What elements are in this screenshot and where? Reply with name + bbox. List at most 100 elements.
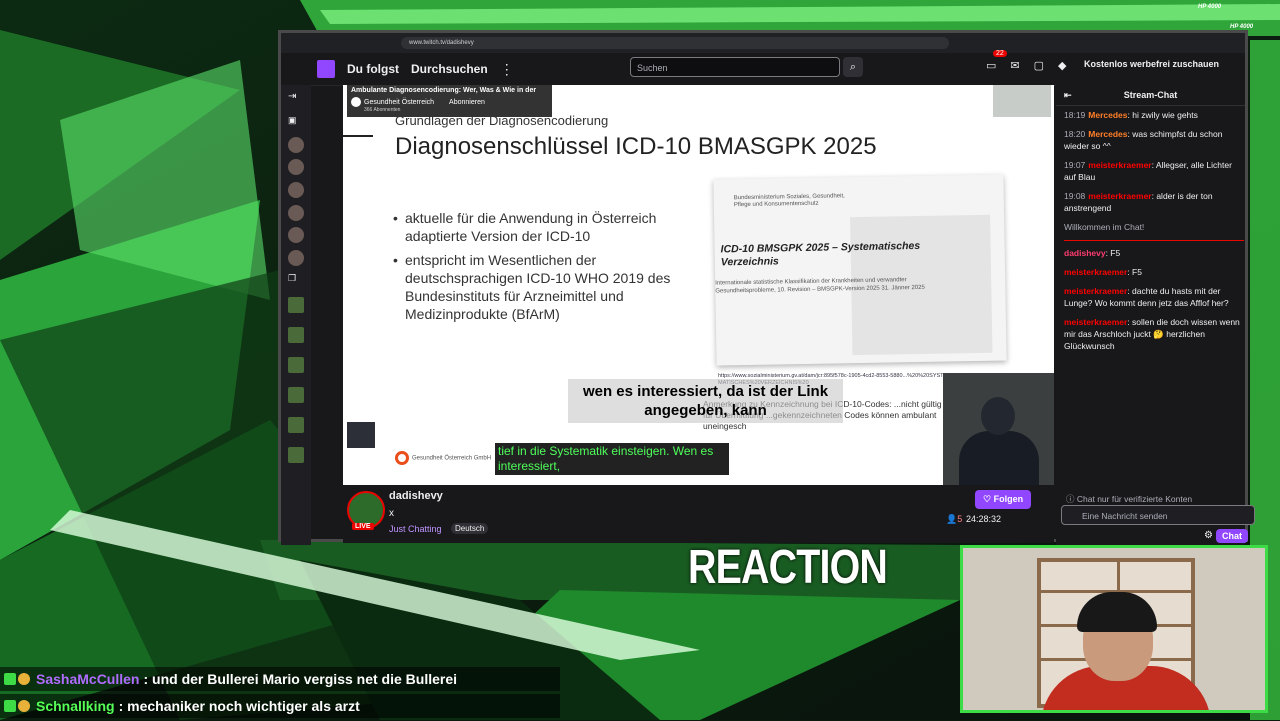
overlay-chat-message: SashaMcCullen: und der Bullerei Mario ve…: [0, 667, 560, 691]
adfree-button[interactable]: Kostenlos werbefrei zuschauen: [1084, 59, 1219, 69]
chat-username: meisterkraemer: [1088, 160, 1152, 170]
chat-username: meisterkraemer: [1064, 317, 1128, 327]
search-input[interactable]: Suchen: [630, 57, 840, 77]
sidebar-game-thumb[interactable]: [288, 387, 304, 403]
sidebar-channel-avatar[interactable]: [288, 227, 304, 243]
slide-accent-line: [343, 135, 373, 137]
chat-header: ⇤ Stream-Chat: [1056, 85, 1245, 106]
sidebar-channel-avatar[interactable]: [288, 205, 304, 221]
browser-window: www.twitch.tv/dadishevy Du folgst Durchs…: [278, 30, 1255, 545]
more-menu-icon[interactable]: ⋮: [500, 61, 514, 78]
crown-icon[interactable]: ◆: [1058, 59, 1066, 72]
youtube-subscribe-button[interactable]: Abonnieren: [444, 97, 490, 107]
chat-messages: 18:19 Mercedes: hi zwily wie gehts 18:20 Me…: [1064, 109, 1244, 359]
chat-welcome: Willkommen im Chat!: [1064, 222, 1145, 232]
url-field[interactable]: www.twitch.tv/dadishevy: [401, 37, 949, 49]
chat-message: 18:20 Mercedes: was schimpfst du schon wi…: [1064, 129, 1223, 151]
overlay-chat: SashaMcCullen: und der Bullerei Mario ve…: [0, 667, 560, 721]
chat-message: meisterkraemer: sollen die doch wissen w…: [1064, 317, 1240, 351]
stream-chat-panel: ⇤ Stream-Chat 18:19 Mercedes: hi zwily wi…: [1056, 85, 1255, 545]
sidebar-channel-avatar[interactable]: [288, 137, 304, 153]
live-caption: tief in die Systematik einsteigen. Wen e…: [495, 443, 729, 475]
slide-bullets: aktuelle für die Anwendung in Österreich…: [393, 209, 713, 329]
search-icon[interactable]: ⌕: [843, 57, 863, 77]
overlay-chat-username: Schnallking: [36, 698, 115, 714]
nav-icons: ▭ ✉ ▢ ◆: [986, 59, 1067, 72]
sidebar-game-thumb[interactable]: [288, 357, 304, 373]
sidebar-game-thumb[interactable]: [288, 417, 304, 433]
chat-username: meisterkraemer: [1064, 267, 1128, 277]
slide-bullet: aktuelle für die Anwendung in Österreich…: [393, 209, 713, 245]
player-control-overlay: [347, 422, 375, 448]
slide-subtitle: Grundlagen der Diagnosencodierung: [395, 113, 609, 128]
camera-icon[interactable]: ▣: [288, 115, 304, 131]
gov-logo: Gesundheit Österreich GmbH: [395, 451, 491, 465]
chat-username: meisterkraemer: [1064, 286, 1128, 296]
slide-bullet: entspricht im Wesentlichen der deutschsp…: [393, 251, 713, 323]
twitch-top-nav: Du folgst Durchsuchen ⋮ Suchen ⌕ ▭ ✉ ▢ ◆…: [281, 50, 1245, 86]
badge-icon: [4, 673, 16, 685]
followed-channels-sidebar: ⇥ ▣ ❐: [281, 85, 311, 545]
follow-button[interactable]: ♡ Folgen: [975, 490, 1032, 509]
stream-title: x: [389, 508, 394, 519]
hp-label-top: HP 4000: [1198, 4, 1222, 10]
badge-icon: [4, 700, 16, 712]
live-badge: LIVE: [352, 523, 374, 530]
facecam: [960, 545, 1268, 713]
sidebar-channel-avatar[interactable]: [288, 182, 304, 198]
gov-logo-icon: [395, 451, 409, 465]
chat-divider: [1064, 240, 1244, 241]
viewer-count: 👤5: [946, 514, 963, 524]
address-bar[interactable]: www.twitch.tv/dadishevy: [281, 33, 1245, 53]
chat-username: meisterkraemer: [1088, 191, 1152, 201]
sidebar-game-thumb[interactable]: [288, 447, 304, 463]
notification-badge: 22: [993, 50, 1007, 57]
chat-bubble-icon[interactable]: ▢: [1034, 59, 1044, 72]
youtube-channel-avatar: [351, 97, 361, 107]
channel-name[interactable]: dadishevy: [389, 490, 443, 502]
verified-note: ⓘ Chat nur für verifizierte Konten: [1066, 494, 1193, 504]
inbox-icon[interactable]: ▭: [986, 59, 996, 72]
channel-info-bar: LIVE dadishevy x Just Chatting Deutsch ♡…: [343, 485, 1054, 543]
language-tag[interactable]: Deutsch: [451, 523, 489, 534]
whispers-icon[interactable]: ✉: [1010, 59, 1019, 72]
collapse-chat-icon[interactable]: ⇤: [1064, 85, 1072, 105]
subtitle-caption: wen es interessiert, da ist der Link ang…: [568, 379, 843, 423]
nav-browse[interactable]: Durchsuchen: [411, 62, 488, 76]
chat-message: meisterkraemer: dachte du hasts mit der …: [1064, 286, 1229, 308]
document-title: ICD-10 BMSGPK 2025 – Systematisches Verz…: [720, 239, 921, 269]
chat-username: Mercedes: [1088, 129, 1128, 139]
youtube-channel-name: Gesundheit Österreich: [364, 98, 435, 106]
slide-title: Diagnosenschlüssel ICD-10 BMASGPK 2025: [395, 133, 877, 160]
overlay-chat-username: SashaMcCullen: [36, 671, 140, 687]
reaction-label: REACTION: [688, 541, 888, 594]
sidebar-channel-avatar[interactable]: [288, 250, 304, 266]
meeting-thumbnail: [993, 85, 1051, 117]
sidebar-channel-avatar[interactable]: [288, 159, 304, 175]
chat-message: 19:08 meisterkraemer: alder is der ton an…: [1064, 191, 1213, 213]
overlay-chat-message: Schnallking: mechaniker noch wichtiger a…: [0, 694, 560, 718]
video-player[interactable]: Ambulante Diagnosencodierung: Wer, Was &…: [343, 85, 1054, 485]
document-department: Bundesministerium Soziales, Gesundheit, …: [733, 193, 845, 209]
nav-following[interactable]: Du folgst: [347, 62, 399, 76]
badge-icon: [18, 700, 30, 712]
chat-message: dadishevy: F5: [1064, 248, 1121, 258]
twitch-logo-icon[interactable]: [317, 60, 335, 78]
streamer-webcam-inset: [943, 373, 1054, 485]
chat-username: dadishevy: [1064, 248, 1106, 258]
document-cover: Bundesministerium Soziales, Gesundheit, …: [713, 174, 1007, 366]
badge-icon: [18, 673, 30, 685]
chat-username: Mercedes: [1088, 110, 1128, 120]
sidebar-game-thumb[interactable]: [288, 297, 304, 313]
sidebar-game-thumb[interactable]: [288, 327, 304, 343]
youtube-video-title: Ambulante Diagnosencodierung: Wer, Was &…: [351, 87, 537, 94]
expand-sidebar-icon[interactable]: ⇥: [288, 91, 304, 107]
chat-send-button[interactable]: Chat: [1216, 529, 1248, 543]
chat-message: 19:07 meisterkraemer: Allegser, alle Lich…: [1064, 160, 1232, 182]
chat-settings-icon[interactable]: ⚙: [1204, 530, 1213, 541]
stream-category[interactable]: Just Chatting: [389, 524, 442, 534]
chat-message: 18:19 Mercedes: hi zwily wie gehts: [1064, 110, 1198, 120]
copy-icon[interactable]: ❐: [288, 273, 304, 289]
chat-input[interactable]: Eine Nachricht senden: [1061, 505, 1255, 525]
chat-message: meisterkraemer: F5: [1064, 267, 1142, 277]
